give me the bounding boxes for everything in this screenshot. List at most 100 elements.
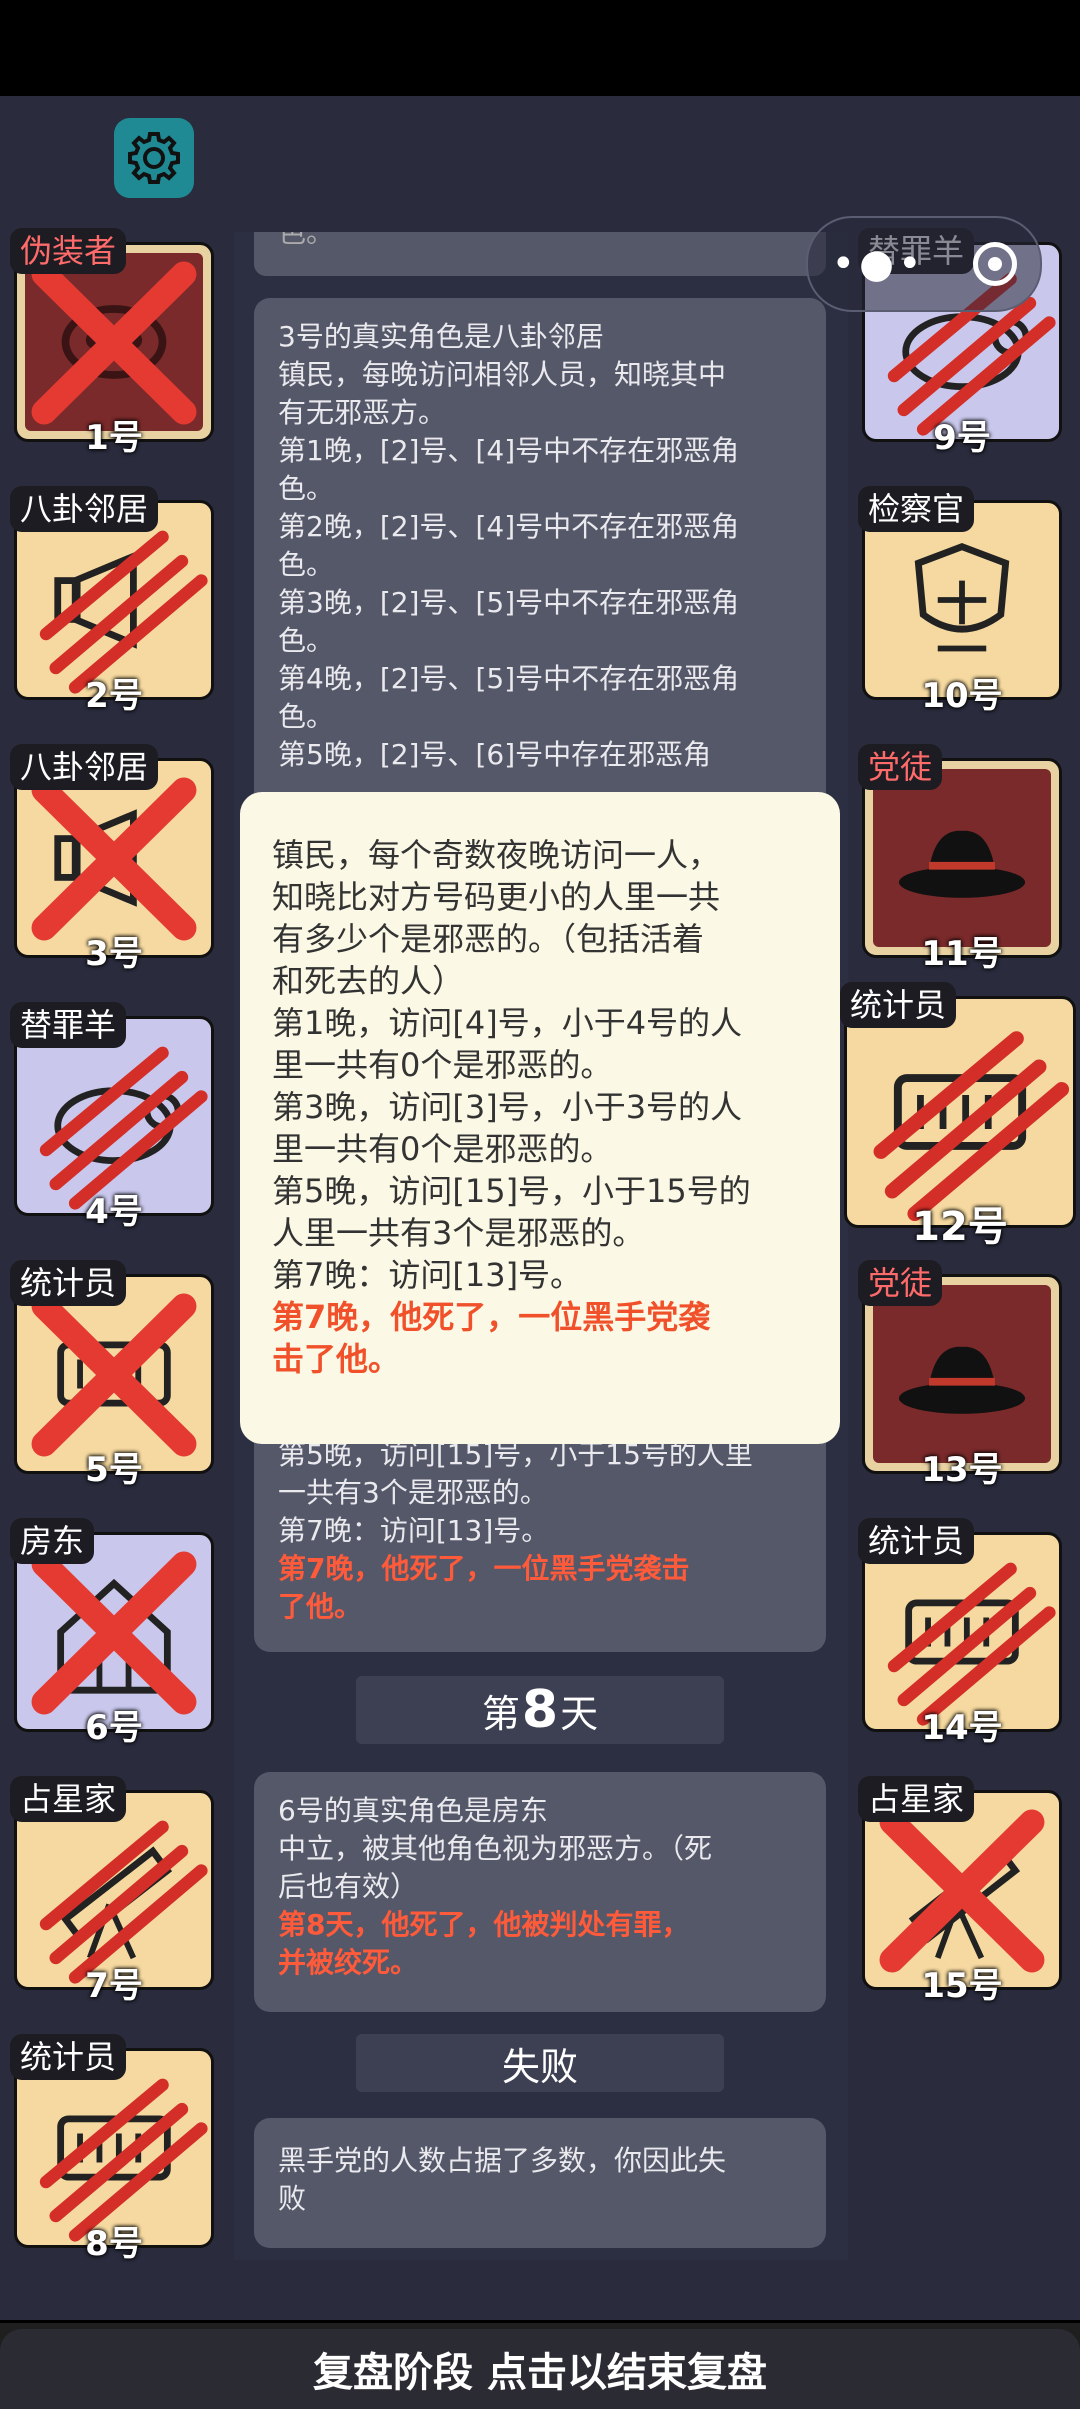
player-number: 9号	[933, 418, 991, 458]
end-review-button[interactable]: 复盘阶段 点击以结束复盘	[0, 2329, 1080, 2409]
log-line: 6号的真实角色是房东	[278, 1794, 548, 1827]
log-line: 3号的真实角色是八卦邻居	[278, 320, 604, 353]
player-number: 8号	[85, 2224, 143, 2264]
log-text: 色。	[278, 232, 335, 249]
result-line: 黑手党的人数占据了多数，你因此失	[278, 2144, 727, 2177]
role-tag: 党徒	[858, 1260, 943, 1306]
player-number: 7号	[85, 1966, 143, 2006]
popup-line: 第1晚，访问[4]号，小于4号的人	[272, 1004, 743, 1042]
player-card-3[interactable]: 八卦邻居 3号	[10, 744, 220, 974]
popup-line: 知晓比对方号码更小的人里一共	[272, 878, 721, 916]
status-bar	[0, 0, 1080, 96]
popup-line: 和死去的人）	[272, 962, 465, 1000]
role-tag: 统计员	[10, 2034, 127, 2080]
popup-line: 第7晚：访问[13]号。	[272, 1256, 583, 1294]
popup-death-line: 击了他。	[272, 1340, 401, 1378]
day-header: 第8天	[356, 1676, 724, 1744]
player-number: 10号	[921, 676, 1003, 716]
log-death-line: 第8天，他死了，他被判处有罪，	[278, 1908, 690, 1941]
role-tag: 伪装者	[10, 228, 127, 274]
log-entry-role-6: 6号的真实角色是房东 中立，被其他角色视为邪恶方。（死 后也有效） 第8天，他死…	[254, 1772, 826, 2012]
end-review-label: 复盘阶段 点击以结束复盘	[313, 2350, 767, 2396]
mini-program-capsule: •●•	[806, 216, 1042, 312]
player-number: 6号	[85, 1708, 143, 1748]
log-line: 镇民，每晚访问相邻人员，知晓其中	[278, 358, 727, 391]
player-number: 4号	[85, 1192, 143, 1232]
claw-mark-icon	[873, 1031, 1070, 1222]
day-number: 8	[521, 1680, 559, 1740]
log-line: 第1晚，[2]号、[4]号中不存在邪恶角	[278, 434, 740, 467]
player-number: 3号	[85, 934, 143, 974]
gear-icon	[128, 132, 180, 184]
bottom-bar[interactable]: 复盘阶段 点击以结束复盘	[0, 2320, 1080, 2409]
role-tag: 统计员	[840, 982, 957, 1028]
role-tag: 占星家	[858, 1776, 975, 1822]
log-entry-role-3: 3号的真实角色是八卦邻居 镇民，每晚访问相邻人员，知晓其中 有无邪恶方。 第1晚…	[254, 298, 826, 838]
role-tag: 八卦邻居	[10, 744, 159, 790]
popup-line: 镇民，每个奇数夜晚访问一人，	[272, 836, 721, 874]
player-number: 14号	[921, 1708, 1003, 1748]
log-line: 第5晚，[2]号、[6]号中存在邪恶角	[278, 738, 712, 771]
result-line: 败	[278, 2182, 307, 2215]
result-title: 失败	[501, 2044, 578, 2089]
settings-button[interactable]	[114, 118, 194, 198]
log-line: 有无邪恶方。	[278, 396, 447, 429]
log-line: 第2晚，[2]号、[4]号中不存在邪恶角	[278, 510, 740, 543]
popup-line: 人里一共有3个是邪恶的。	[272, 1214, 645, 1252]
log-death-line: 了他。	[278, 1590, 363, 1623]
popup-line: 第5晚，访问[15]号，小于15号的	[272, 1172, 751, 1210]
player-card-4[interactable]: 替罪羊 4号	[10, 1002, 220, 1232]
player-card-6[interactable]: 房东 6号	[10, 1518, 220, 1748]
player-card-2[interactable]: 八卦邻居 2号	[10, 486, 220, 716]
log-line: 色。	[278, 700, 335, 733]
role-tag: 统计员	[858, 1518, 975, 1564]
player-card-15[interactable]: 占星家 15号	[858, 1776, 1068, 2006]
player-number: 15号	[921, 1966, 1003, 2006]
player-card-13[interactable]: 党徒 13号	[858, 1260, 1068, 1490]
day-prefix: 第	[481, 1691, 520, 1736]
player-card-12[interactable]: 统计员 12号	[840, 982, 1076, 1250]
popup-death-line: 第7晚，他死了，一位黑手党袭	[272, 1298, 711, 1336]
log-entry-fragment: 色。	[254, 232, 826, 276]
log-line: 第3晚，[2]号、[5]号中不存在邪恶角	[278, 586, 740, 619]
player-card-1[interactable]: 伪装者 1号	[10, 228, 220, 458]
log-line: 中立，被其他角色视为邪恶方。（死	[278, 1832, 713, 1865]
close-circle-icon[interactable]	[972, 242, 1017, 286]
log-line: 色。	[278, 548, 335, 581]
role-tag: 统计员	[10, 1260, 127, 1306]
day-suffix: 天	[560, 1691, 599, 1736]
log-line: 第4晚，[2]号、[5]号中不存在邪恶角	[278, 662, 740, 695]
player-card-8[interactable]: 统计员 8号	[10, 2034, 220, 2264]
player-number: 2号	[85, 676, 143, 716]
log-death-line: 并被绞死。	[278, 1946, 419, 1979]
log-line: 后也有效）	[278, 1870, 419, 1903]
player-number: 5号	[85, 1450, 143, 1490]
log-line: 色。	[278, 624, 335, 657]
log-entry-role-5: 第5晚，访问[15]号，小于15号的人里 一共有3个是邪恶的。 第7晚：访问[1…	[254, 1412, 826, 1652]
popup-line: 里一共有0个是邪恶的。	[272, 1130, 613, 1168]
player-number: 1号	[85, 418, 143, 458]
log-death-line: 第7晚，他死了，一位黑手党袭击	[278, 1552, 690, 1585]
role-tag: 房东	[10, 1518, 95, 1564]
player-card-11[interactable]: 党徒 11号	[858, 744, 1068, 974]
player-number: 12号	[912, 1204, 1008, 1250]
more-dots-icon[interactable]: •●•	[831, 244, 925, 284]
role-detail-popup[interactable]: 镇民，每个奇数夜晚访问一人， 知晓比对方号码更小的人里一共 有多少个是邪恶的。（…	[240, 792, 840, 1444]
player-card-7[interactable]: 占星家 7号	[10, 1776, 220, 2006]
popup-line: 里一共有0个是邪恶的。	[272, 1046, 613, 1084]
role-tag: 八卦邻居	[10, 486, 159, 532]
result-header: 失败	[356, 2034, 724, 2092]
log-line: 第7晚：访问[13]号。	[278, 1514, 550, 1547]
role-tag: 检察官	[858, 486, 975, 532]
player-card-10[interactable]: 检察官 10号	[858, 486, 1068, 716]
log-line: 一共有3个是邪恶的。	[278, 1476, 548, 1509]
role-tag: 占星家	[10, 1776, 127, 1822]
player-card-5[interactable]: 统计员 5号	[10, 1260, 220, 1490]
role-tag: 替罪羊	[10, 1002, 127, 1048]
player-number: 11号	[921, 934, 1003, 974]
role-tag: 党徒	[858, 744, 943, 790]
result-text-box: 黑手党的人数占据了多数，你因此失 败	[254, 2118, 826, 2248]
popup-line: 第3晚，访问[3]号，小于3号的人	[272, 1088, 743, 1126]
player-number: 13号	[921, 1450, 1003, 1490]
player-card-14[interactable]: 统计员 14号	[858, 1518, 1068, 1748]
